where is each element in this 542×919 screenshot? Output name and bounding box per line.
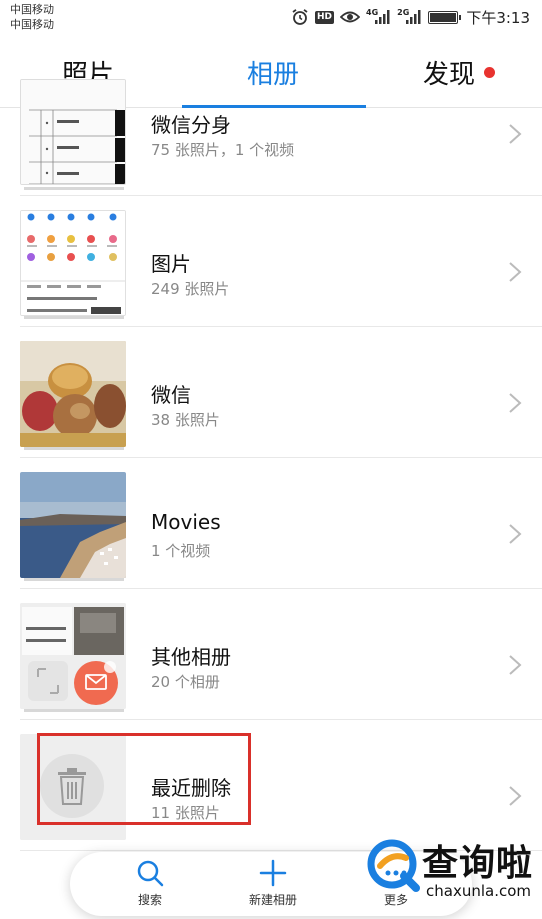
status-bar: 中国移动 中国移动 HD 4G 2G 下午3:13: [0, 0, 542, 36]
album-title: 其他相册: [151, 645, 231, 669]
tab-discover[interactable]: 发现: [423, 54, 475, 91]
chevron-right-icon: [509, 262, 522, 282]
tab-albums[interactable]: 相册: [247, 54, 299, 91]
network-2g-label: 2G: [397, 7, 410, 17]
album-title: 图片: [151, 252, 191, 276]
watermark-logo-icon: [367, 839, 420, 892]
album-stack-edge: [24, 709, 124, 712]
carrier-label-1: 中国移动: [10, 3, 54, 16]
watermark: 查询啦 chaxunla.com: [366, 832, 536, 912]
album-stack-edge: [24, 316, 124, 319]
eye-icon: [340, 10, 361, 24]
album-row-wechat[interactable]: 微信 38 张照片: [0, 327, 542, 458]
search-button[interactable]: 搜索: [110, 858, 190, 908]
hd-icon: HD: [315, 10, 335, 24]
album-stack-edge: [24, 187, 124, 190]
album-stack-edge: [24, 447, 124, 450]
search-icon: [137, 860, 164, 887]
album-subtitle: 249 张照片: [151, 280, 230, 298]
album-subtitle: 20 个相册: [151, 673, 220, 691]
album-subtitle: 75 张照片，1 个视频: [151, 141, 295, 159]
album-row-movies[interactable]: Movies 1 个视频: [0, 458, 542, 589]
album-thumbnail: [20, 603, 126, 709]
active-tab-indicator: [182, 105, 366, 108]
album-thumbnail: [20, 210, 126, 316]
highlight-box: [37, 733, 251, 825]
album-thumbnail: [20, 341, 126, 447]
search-label: 搜索: [137, 893, 162, 907]
album-title: 微信: [151, 383, 191, 407]
chevron-right-icon: [509, 655, 522, 675]
status-icons: HD 4G 2G 下午3:13: [291, 6, 530, 28]
album-title: 微信分身: [151, 113, 231, 137]
album-thumbnail: [20, 79, 126, 185]
chevron-right-icon: [509, 786, 522, 806]
carrier-label-2: 中国移动: [10, 18, 54, 31]
plus-icon: [259, 859, 287, 887]
chevron-right-icon: [509, 524, 522, 544]
new-album-button[interactable]: 新建相册: [233, 858, 313, 908]
battery-icon: [428, 10, 462, 24]
status-time: 下午3:13: [466, 8, 530, 27]
network-4g-label: 4G: [366, 7, 379, 17]
chevron-right-icon: [509, 393, 522, 413]
album-row-wechat-clone[interactable]: 微信分身 75 张照片，1 个视频: [0, 79, 542, 196]
album-row-other-albums[interactable]: 其他相册 20 个相册: [0, 589, 542, 720]
album-thumbnail: [20, 472, 126, 578]
album-stack-edge: [24, 578, 124, 581]
watermark-url: chaxunla.com: [426, 882, 531, 900]
watermark-text: 查询啦: [422, 842, 534, 884]
signal-icon-2g: 2G: [397, 7, 422, 24]
alarm-icon: [291, 8, 309, 26]
album-subtitle: 1 个视频: [151, 542, 211, 560]
new-album-label: 新建相册: [248, 893, 297, 907]
chevron-right-icon: [509, 124, 522, 144]
signal-icon-4g: 4G: [366, 7, 391, 24]
notification-dot: [484, 67, 495, 78]
album-subtitle: 38 张照片: [151, 411, 220, 429]
album-row-pictures[interactable]: 图片 249 张照片: [0, 196, 542, 327]
album-title: Movies: [151, 510, 221, 534]
